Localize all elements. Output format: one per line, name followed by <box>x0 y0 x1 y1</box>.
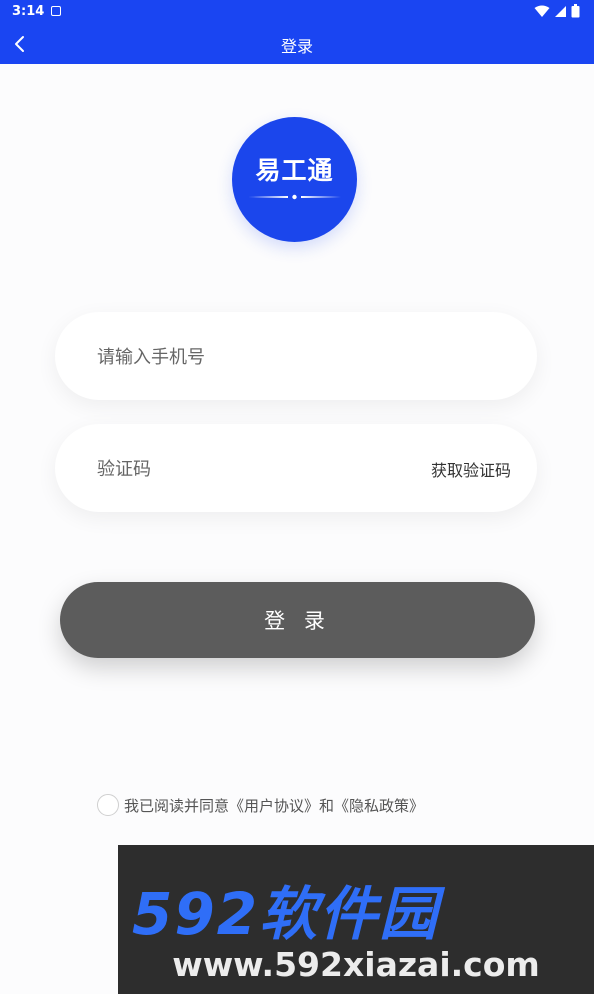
get-code-button[interactable]: 获取验证码 <box>431 457 511 481</box>
wifi-icon <box>534 5 550 17</box>
phone-input[interactable] <box>95 340 419 374</box>
watermark-url: www.592xiazai.com <box>172 945 540 984</box>
page-title: 登录 <box>280 37 313 56</box>
nav-bar: 登录 <box>0 24 594 64</box>
agreement-prefix: 我已阅读并同意 <box>124 796 230 815</box>
privacy-policy-link[interactable]: 《隐私政策》 <box>334 795 424 816</box>
status-bar: 3:14 <box>0 0 594 24</box>
app-logo: 易工通 <box>232 117 357 242</box>
user-agreement-link[interactable]: 《用户协议》 <box>229 795 319 816</box>
battery-icon <box>571 4 580 18</box>
logo-text: 易工通 <box>255 156 334 185</box>
status-time: 3:14 <box>12 4 45 19</box>
watermark: 592软件园 www.592xiazai.com <box>118 845 594 994</box>
logo-underline <box>248 194 341 200</box>
phone-field <box>55 312 537 400</box>
code-field: 获取验证码 <box>55 424 537 512</box>
notification-icon <box>51 6 61 16</box>
login-button[interactable]: 登 录 <box>60 582 535 658</box>
watermark-title: 592软件园 <box>132 880 440 948</box>
verification-code-input[interactable] <box>95 452 399 486</box>
status-icons <box>534 4 580 18</box>
signal-icon <box>555 5 566 17</box>
agreement-and: 和 <box>319 796 335 815</box>
agreement-checkbox[interactable] <box>97 794 119 816</box>
agreement-row: 我已阅读并同意 《用户协议》 和 《隐私政策》 <box>97 793 424 817</box>
